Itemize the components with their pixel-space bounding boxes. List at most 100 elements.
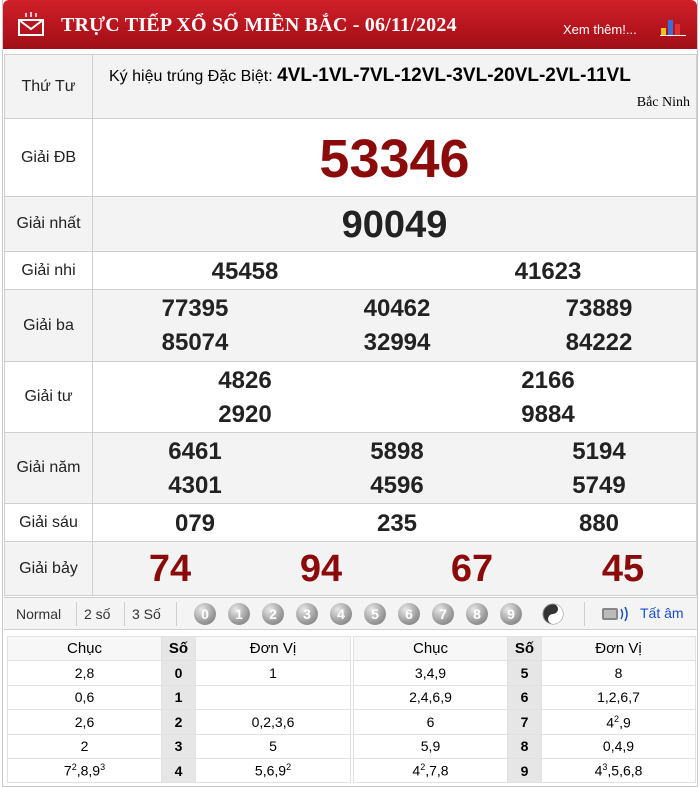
third-prize-number: 77395: [161, 294, 229, 322]
digit-3-button[interactable]: 3: [296, 603, 318, 625]
loto-chuc-cell: 3,4,9: [353, 660, 508, 686]
header-chuc: Chục: [7, 635, 162, 662]
yin-yang-icon[interactable]: [542, 603, 564, 625]
loto-toolbar: Normal 2 số 3 Số 0 1 2 3 4 5 6 7 8 9 Tất…: [4, 597, 697, 630]
mail-icon: [18, 12, 44, 36]
province-name: Bắc Ninh: [636, 95, 690, 110]
third-prize-number: 73889: [565, 294, 633, 322]
loto-don-vi-cell: 1,2,6,7: [541, 684, 696, 711]
loto-so-cell: 9: [507, 757, 542, 784]
loto-don-vi-cell: [195, 684, 351, 711]
loto-don-vi-cell: 8: [541, 660, 696, 686]
loto-so-cell: 2: [161, 709, 196, 735]
loto-row: 2,6 2 0,2,3,6: [7, 709, 351, 735]
prize-label-g1: Giải nhất: [4, 196, 93, 252]
prize-label-g7: Giải bảy: [4, 541, 93, 596]
loto-row: 6 7 42,9: [353, 709, 696, 735]
loto-don-vi-cell: 5,6,92: [195, 757, 351, 784]
loto-so-cell: 5: [507, 660, 542, 686]
loto-row: 2,4,6,9 6 1,2,6,7: [353, 684, 696, 711]
prize-label-g5: Giải năm: [4, 432, 93, 504]
first-prize-number: 90049: [341, 203, 448, 246]
mode-2-digit-button[interactable]: 2 số: [84, 606, 110, 622]
symbol-label: Ký hiệu trúng Đặc Biệt:: [109, 68, 273, 85]
speaker-icon[interactable]: [600, 604, 630, 624]
loto-chuc-cell: 42,7,8: [353, 757, 508, 784]
loto-chuc-cell: 2,4,6,9: [353, 684, 508, 711]
second-prize-number: 45458: [211, 257, 279, 285]
header-so: Số: [507, 635, 542, 662]
digit-4-button[interactable]: 4: [330, 603, 352, 625]
results-header: TRỰC TIẾP XỔ SỐ MIỀN BẮC - 06/11/2024 Xe…: [3, 0, 697, 49]
prize-label-g4: Giải tư: [4, 361, 93, 433]
fourth-prize-number: 9884: [521, 400, 575, 428]
loto-row: 3,4,9 5 8: [353, 660, 696, 686]
header-don-vi: Đơn Vị: [195, 635, 351, 662]
prize-label-g2: Giải nhi: [4, 251, 93, 290]
loto-so-cell: 3: [161, 733, 196, 759]
digit-6-button[interactable]: 6: [398, 603, 420, 625]
loto-row: 2,8 0 1: [7, 660, 351, 686]
loto-chuc-cell: 0,6: [7, 684, 162, 711]
digit-1-button[interactable]: 1: [228, 603, 250, 625]
fifth-prize-number: 4301: [168, 471, 222, 499]
sixth-prize-number: 235: [376, 509, 418, 537]
loto-don-vi-cell: 43,5,6,8: [541, 757, 696, 784]
mode-normal-button[interactable]: Normal: [16, 606, 61, 622]
loto-so-cell: 7: [507, 709, 542, 735]
results-table: Thứ Tư Ký hiệu trúng Đặc Biệt: 4VL-1VL-7…: [4, 54, 697, 596]
loto-don-vi-cell: 42,9: [541, 709, 696, 735]
loto-row: 42,7,8 9 43,5,6,8: [353, 757, 696, 784]
symbol-codes: 4VL-1VL-7VL-12VL-3VL-20VL-2VL-11VL: [277, 65, 631, 86]
fourth-prize-number: 2920: [218, 400, 272, 428]
loto-chuc-cell: 2,8: [7, 660, 162, 686]
digit-7-button[interactable]: 7: [432, 603, 454, 625]
digit-2-button[interactable]: 2: [262, 603, 284, 625]
results-title: TRỰC TIẾP XỔ SỐ MIỀN BẮC - 06/11/2024: [61, 14, 457, 36]
fifth-prize-number: 5898: [370, 437, 424, 465]
second-prize-number: 41623: [514, 257, 582, 285]
lottery-results-widget: TRỰC TIẾP XỔ SỐ MIỀN BẮC - 06/11/2024 Xe…: [2, 0, 698, 787]
fourth-prize-number: 4826: [218, 366, 272, 394]
loto-row: 72,8,93 4 5,6,92: [7, 757, 351, 784]
seventh-prize-number: 94: [299, 547, 343, 590]
loto-row: 235: [7, 733, 351, 759]
seventh-prize-number: 74: [148, 547, 192, 590]
loto-so-cell: 4: [161, 757, 196, 784]
bar-chart-icon[interactable]: [660, 14, 686, 36]
third-prize-number: 40462: [363, 294, 431, 322]
loto-row: 5,9 8 0,4,9: [353, 733, 696, 759]
special-prize-number: 53346: [319, 128, 470, 189]
loto-so-cell: 8: [507, 733, 542, 759]
fifth-prize-number: 5749: [572, 471, 626, 499]
seventh-prize-number: 67: [450, 547, 494, 590]
header-don-vi: Đơn Vị: [541, 635, 696, 662]
loto-chuc-cell: 72,8,93: [7, 757, 162, 784]
loto-chuc-cell: 2: [7, 733, 162, 759]
loto-row: 0,6 1: [7, 684, 351, 711]
loto-so-cell: 1: [161, 684, 196, 711]
loto-don-vi-cell: 0,4,9: [541, 733, 696, 759]
prize-label-g3: Giải ba: [4, 289, 93, 362]
third-prize-number: 32994: [363, 328, 431, 356]
loto-table-right: Chục Số Đơn Vị 3,4,9 5 8 2,4,6,9 6 1,2,6,7 6 7 4…: [353, 635, 696, 784]
fourth-prize-number: 2166: [521, 366, 575, 394]
loto-don-vi-cell: 5: [195, 733, 351, 759]
loto-so-cell: 0: [161, 660, 196, 686]
mute-all-link[interactable]: Tất âm: [640, 605, 684, 621]
fifth-prize-number: 4596: [370, 471, 424, 499]
see-more-link[interactable]: Xem thêm!...: [563, 22, 637, 37]
special-symbol-row: Ký hiệu trúng Đặc Biệt: 4VL-1VL-7VL-12VL…: [93, 55, 696, 118]
header-so: Số: [161, 635, 196, 662]
sixth-prize-number: 079: [174, 509, 216, 537]
digit-5-button[interactable]: 5: [364, 603, 386, 625]
prize-label-db: Giải ĐB: [4, 118, 93, 197]
loto-table-left: Chục Số Đơn Vị 2,8 0 1 0,6 1 2,6 2 0,2,3,6 2 3 5 72…: [7, 635, 351, 784]
digit-8-button[interactable]: 8: [466, 603, 488, 625]
loto-chuc-cell: 2,6: [7, 709, 162, 735]
digit-0-button[interactable]: 0: [194, 603, 216, 625]
digit-9-button[interactable]: 9: [500, 603, 522, 625]
fifth-prize-number: 6461: [168, 437, 222, 465]
third-prize-number: 85074: [161, 328, 229, 356]
mode-3-digit-button[interactable]: 3 Số: [132, 606, 161, 622]
